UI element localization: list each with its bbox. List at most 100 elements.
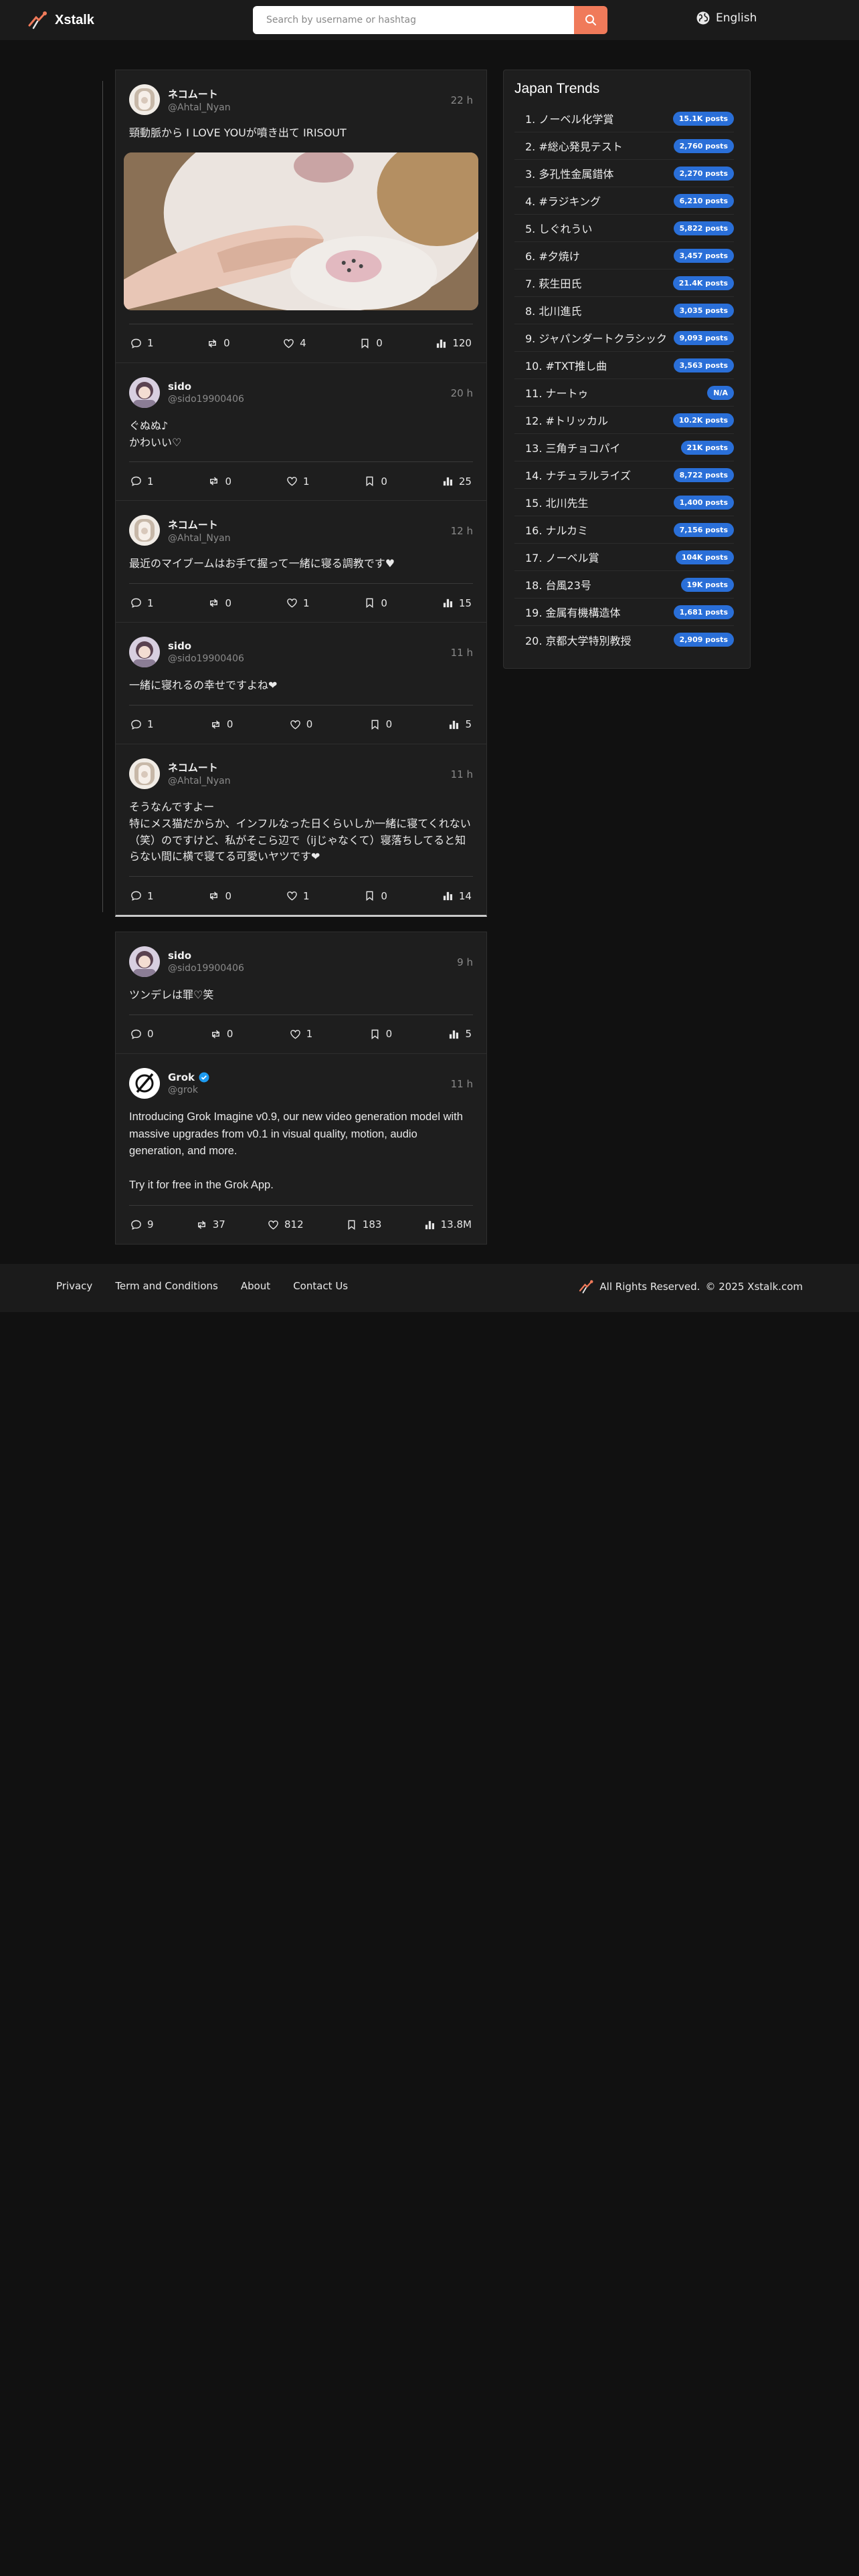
trend-item[interactable]: 13. 三角チョコパイ 21K posts [514, 434, 734, 461]
author-name[interactable]: sido [168, 950, 244, 962]
trend-item[interactable]: 14. ナチュラルライズ 8,722 posts [514, 461, 734, 489]
views-stat[interactable]: 14 [442, 890, 472, 902]
trend-item[interactable]: 17. ノーベル賞 104K posts [514, 544, 734, 571]
trend-item[interactable]: 19. 金属有機構造体 1,681 posts [514, 599, 734, 626]
search-button[interactable] [574, 6, 607, 34]
trend-item[interactable]: 18. 台風23号 19K posts [514, 571, 734, 599]
author-handle[interactable]: @Ahtal_Nyan [168, 102, 231, 113]
avatar[interactable] [129, 84, 160, 115]
like-button[interactable]: 1 [286, 890, 309, 902]
trend-item[interactable]: 12. #トリッカル 10.2K posts [514, 407, 734, 434]
bookmark-button[interactable]: 0 [369, 1028, 392, 1040]
trend-item[interactable]: 6. #夕焼け 3,457 posts [514, 242, 734, 270]
reply-button[interactable]: 1 [130, 890, 154, 902]
trend-item[interactable]: 4. #ラジキング 6,210 posts [514, 187, 734, 215]
author-name[interactable]: ネコムート [168, 760, 231, 774]
repost-button[interactable]: 0 [208, 890, 231, 902]
views-stat[interactable]: 5 [448, 1028, 472, 1040]
like-button[interactable]: 812 [268, 1218, 304, 1230]
top-bar: Xstalk English [0, 0, 859, 40]
repost-button[interactable]: 0 [207, 337, 230, 349]
trend-item[interactable]: 8. 北川進氏 3,035 posts [514, 297, 734, 324]
reply-button[interactable]: 1 [130, 337, 154, 349]
avatar[interactable] [129, 515, 160, 546]
reply-button[interactable]: 1 [130, 597, 154, 609]
author-name[interactable]: sido [168, 381, 244, 393]
author-handle[interactable]: @sido19900406 [168, 394, 244, 405]
trend-item[interactable]: 5. しぐれうい 5,822 posts [514, 215, 734, 242]
author-name[interactable]: Grok [168, 1071, 209, 1083]
author-handle[interactable]: @Ahtal_Nyan [168, 533, 231, 544]
reply-button[interactable]: 0 [130, 1028, 154, 1040]
search-input[interactable] [253, 6, 574, 34]
comment-icon [131, 598, 141, 609]
like-button[interactable]: 1 [286, 475, 309, 488]
post-card[interactable]: Grok @grok 11 h Introducing Grok Imagine… [116, 1054, 486, 1244]
reply-button[interactable]: 1 [130, 718, 154, 730]
post-card[interactable]: sido @sido19900406 11 h 一緒に寝れるの幸せですよね❤ 1… [116, 623, 486, 744]
language-selector[interactable]: English [696, 11, 757, 25]
like-button[interactable]: 0 [290, 718, 312, 730]
footer-link-terms[interactable]: Term and Conditions [115, 1280, 218, 1292]
post-header: sido @sido19900406 [129, 944, 473, 979]
author-name[interactable]: sido [168, 640, 244, 652]
views-stat[interactable]: 5 [448, 718, 472, 730]
avatar[interactable] [129, 637, 160, 668]
post-card[interactable]: sido @sido19900406 20 h ぐぬぬ♪ かわいい♡ 1 0 1… [116, 363, 486, 502]
thread-connector [102, 81, 103, 913]
trend-item[interactable]: 10. #TXT推し曲 3,563 posts [514, 352, 734, 379]
post-image[interactable] [124, 152, 478, 310]
trend-item[interactable]: 7. 萩生田氏 21.4K posts [514, 270, 734, 297]
post-card[interactable]: sido @sido19900406 9 h ツンデレは罪♡笑 0 0 1 0 … [116, 932, 486, 1054]
bookmark-button[interactable]: 0 [364, 597, 387, 609]
views-stat[interactable]: 15 [442, 597, 472, 609]
bookmark-button[interactable]: 0 [359, 337, 383, 349]
bookmark-button[interactable]: 0 [369, 718, 392, 730]
reply-button[interactable]: 9 [130, 1218, 154, 1230]
avatar[interactable] [129, 758, 160, 789]
post-card[interactable]: ネコムート @Ahtal_Nyan 11 h そうなんですよー 特にメス猫だから… [116, 744, 486, 915]
footer-link-about[interactable]: About [241, 1280, 270, 1292]
like-button[interactable]: 4 [283, 337, 306, 349]
author-name[interactable]: ネコムート [168, 87, 231, 101]
views-stat[interactable]: 120 [436, 337, 472, 349]
post-card[interactable]: ネコムート @Ahtal_Nyan 22 h 頸動脈から I LOVE YOUが… [116, 70, 486, 363]
repost-icon [210, 891, 218, 900]
avatar[interactable] [129, 377, 160, 408]
repost-button[interactable]: 0 [208, 475, 231, 488]
avatar[interactable] [129, 1067, 160, 1099]
author-handle[interactable]: @sido19900406 [168, 653, 244, 664]
views-stat[interactable]: 13.8M [424, 1218, 472, 1230]
bookmark-button[interactable]: 0 [364, 475, 387, 488]
trend-item[interactable]: 3. 多孔性金属錯体 2,270 posts [514, 160, 734, 187]
post-card[interactable]: ネコムート @Ahtal_Nyan 12 h 最近のマイブームはお手て握って一緒… [116, 501, 486, 623]
trend-item[interactable]: 16. ナルカミ 7,156 posts [514, 516, 734, 544]
reply-button[interactable]: 1 [130, 475, 154, 488]
like-button[interactable]: 1 [286, 597, 309, 609]
footer-link-privacy[interactable]: Privacy [56, 1280, 92, 1292]
trend-item[interactable]: 20. 京都大学特別教授 2,909 posts [514, 626, 734, 653]
post-text: ぐぬぬ♪ かわいい♡ [129, 419, 182, 449]
avatar[interactable] [129, 946, 160, 978]
trend-item[interactable]: 15. 北川先生 1,400 posts [514, 489, 734, 516]
repost-button[interactable]: 37 [196, 1218, 225, 1230]
footer-link-contact[interactable]: Contact Us [293, 1280, 348, 1292]
trend-item[interactable]: 2. #総心発見テスト 2,760 posts [514, 132, 734, 160]
bookmark-button[interactable]: 0 [364, 890, 387, 902]
comment-icon [131, 720, 141, 730]
author-handle[interactable]: @sido19900406 [168, 963, 244, 974]
trend-count-badge: 1,681 posts [673, 605, 734, 619]
repost-button[interactable]: 0 [210, 718, 233, 730]
trend-item[interactable]: 11. ナートゥ N/A [514, 379, 734, 407]
trend-item[interactable]: 1. ノーベル化学賞 15.1K posts [514, 105, 734, 132]
bookmark-button[interactable]: 183 [346, 1218, 381, 1230]
trend-item[interactable]: 9. ジャパンダートクラシック 9,093 posts [514, 324, 734, 352]
views-stat[interactable]: 25 [442, 475, 472, 488]
repost-button[interactable]: 0 [208, 597, 231, 609]
author-handle[interactable]: @Ahtal_Nyan [168, 776, 231, 786]
like-button[interactable]: 1 [290, 1028, 312, 1040]
repost-button[interactable]: 0 [210, 1028, 233, 1040]
brand-logo[interactable]: Xstalk [27, 9, 94, 31]
author-handle[interactable]: @grok [168, 1085, 209, 1095]
author-name[interactable]: ネコムート [168, 518, 231, 532]
